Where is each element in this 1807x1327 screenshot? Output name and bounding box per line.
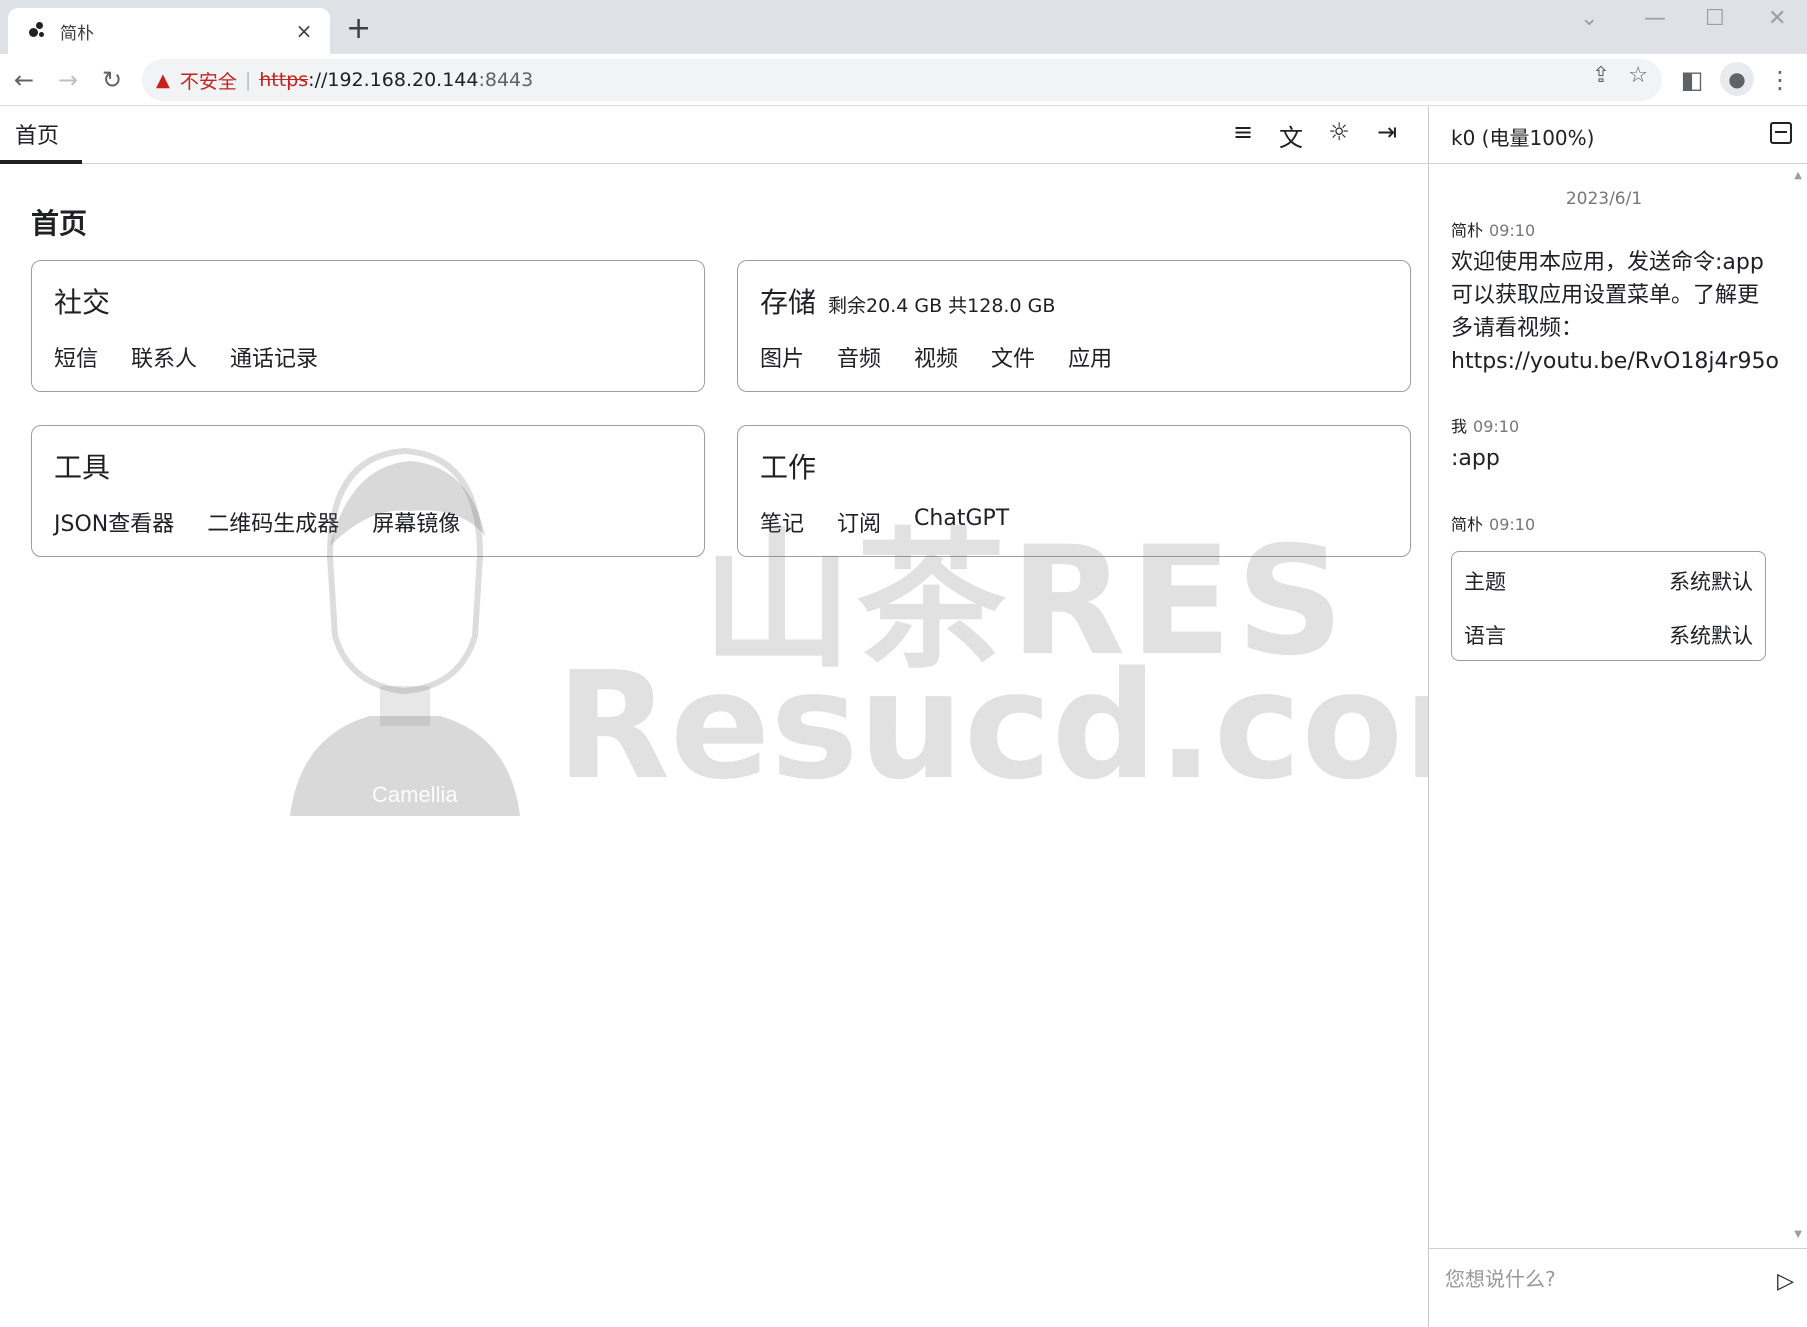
scroll-down-icon[interactable]: ▼ xyxy=(1794,1229,1802,1240)
side-panel-icon[interactable]: ◧ xyxy=(1676,64,1708,96)
minimize-icon[interactable]: — xyxy=(1644,6,1666,31)
new-tab-button[interactable]: + xyxy=(346,14,371,44)
message-time: 09:10 xyxy=(1489,221,1536,240)
forward-icon[interactable]: → xyxy=(52,64,84,96)
chat-input-area: ▷ xyxy=(1429,1248,1807,1327)
message-meta: 简朴 09:10 xyxy=(1451,217,1535,241)
collapse-panel-icon[interactable] xyxy=(1770,122,1792,144)
scroll-up-icon[interactable]: ▲ xyxy=(1794,170,1802,181)
link-call-log[interactable]: 通话记录 xyxy=(230,341,318,373)
chat-messages[interactable]: ▲ 2023/6/1 简朴 09:10 欢迎使用本应用，发送命令:app可以获取应… xyxy=(1429,164,1807,1248)
security-label: 不安全 xyxy=(179,70,237,93)
url-host: ://192.168.20.144 xyxy=(308,69,479,91)
chat-panel: k0 (电量100%) ▲ 2023/6/1 简朴 09:10 欢迎使用本应用，发… xyxy=(1428,106,1807,1327)
bookmark-star-icon[interactable]: ☆ xyxy=(1628,63,1648,88)
card-title-text: 存储 xyxy=(760,286,817,319)
share-icon[interactable]: ⇪ xyxy=(1592,63,1610,88)
message-text: 欢迎使用本应用，发送命令:app可以获取应用设置菜单。了解更多请看视频：http… xyxy=(1451,250,1779,374)
tab-home[interactable]: 首页 xyxy=(0,106,82,164)
message-time: 09:10 xyxy=(1473,417,1520,436)
card-title: 工具 xyxy=(54,451,111,484)
message-meta: 我 09:10 xyxy=(1451,413,1519,437)
card-storage: 存储 剩余20.4 GB 共128.0 GB 图片 音频 视频 文件 应用 xyxy=(737,260,1411,392)
menu-kebab-icon[interactable]: ⋮ xyxy=(1764,64,1796,96)
watermark-mascot-label: Camellia xyxy=(372,782,458,807)
message-text: :app xyxy=(1451,446,1500,471)
close-window-icon[interactable]: ✕ xyxy=(1768,6,1786,31)
setting-value: 系统默认 xyxy=(1669,570,1753,594)
setting-label: 主题 xyxy=(1464,570,1506,594)
url-port: :8443 xyxy=(478,69,534,91)
link-images[interactable]: 图片 xyxy=(760,341,804,373)
chat-header: k0 (电量100%) xyxy=(1429,106,1807,164)
setting-language[interactable]: 语言 系统默认 xyxy=(1464,620,1753,650)
sort-icon[interactable]: ≡ xyxy=(1230,118,1256,153)
app-header: 首页 ≡ 文 ☼ ⇥ xyxy=(0,106,1428,164)
tab-title: 简朴 xyxy=(60,23,94,44)
message-sender: 我 xyxy=(1451,417,1468,436)
link-video[interactable]: 视频 xyxy=(914,341,958,373)
send-icon[interactable]: ▷ xyxy=(1777,1269,1794,1294)
setting-theme[interactable]: 主题 系统默认 xyxy=(1464,566,1753,596)
setting-value: 系统默认 xyxy=(1669,624,1753,648)
theme-icon[interactable]: ☼ xyxy=(1326,118,1352,153)
chat-input[interactable] xyxy=(1445,1259,1745,1299)
link-qrcode-generator[interactable]: 二维码生成器 xyxy=(207,506,339,538)
link-json-viewer[interactable]: JSON查看器 xyxy=(54,506,174,538)
main-area: 首页 ≡ 文 ☼ ⇥ 首页 社交 短信 联系人 通话记录 存储 剩余20.4 GB… xyxy=(0,106,1557,1327)
browser-tab[interactable]: 简朴 × xyxy=(8,8,330,54)
card-tools: 工具 JSON查看器 二维码生成器 屏幕镜像 xyxy=(31,425,705,557)
chat-title: k0 (电量100%) xyxy=(1451,126,1595,150)
link-contacts[interactable]: 联系人 xyxy=(131,341,197,373)
card-title: 存储 剩余20.4 GB 共128.0 GB xyxy=(760,281,1055,321)
link-files[interactable]: 文件 xyxy=(991,341,1035,373)
card-title: 社交 xyxy=(54,286,111,319)
back-icon[interactable]: ← xyxy=(8,64,40,96)
tab-close-icon[interactable]: × xyxy=(292,19,316,43)
reload-icon[interactable]: ↻ xyxy=(96,64,128,96)
page-title: 首页 xyxy=(31,207,88,240)
browser-tabstrip: 简朴 × + ⌄ — ☐ ✕ xyxy=(0,0,1807,54)
watermark-text-2: Resucd.com xyxy=(556,640,1558,812)
maximize-icon[interactable]: ☐ xyxy=(1705,6,1725,31)
warning-icon: ▲ xyxy=(156,69,170,91)
message-sender: 简朴 xyxy=(1451,515,1484,534)
tab-search-icon[interactable]: ⌄ xyxy=(1580,6,1598,31)
app-favicon-icon xyxy=(26,20,48,42)
message-date: 2023/6/1 xyxy=(1565,189,1643,209)
settings-card: 主题 系统默认 语言 系统默认 xyxy=(1451,551,1766,661)
logout-icon[interactable]: ⇥ xyxy=(1374,118,1400,153)
setting-label: 语言 xyxy=(1464,624,1506,648)
link-sms[interactable]: 短信 xyxy=(54,341,98,373)
link-apps[interactable]: 应用 xyxy=(1068,341,1112,373)
translate-icon[interactable]: 文 xyxy=(1278,118,1304,153)
browser-toolbar: ← → ↻ ▲ 不安全 | https ://192.168.20.144 :8… xyxy=(0,54,1807,106)
link-audio[interactable]: 音频 xyxy=(837,341,881,373)
message-sender: 简朴 xyxy=(1451,221,1484,240)
link-screen-mirror[interactable]: 屏幕镜像 xyxy=(372,506,460,538)
message-time: 09:10 xyxy=(1489,515,1536,534)
storage-info: 剩余20.4 GB 共128.0 GB xyxy=(828,295,1056,317)
profile-avatar-icon[interactable]: ● xyxy=(1720,62,1754,96)
url-separator: | xyxy=(244,69,252,91)
message-meta: 简朴 09:10 xyxy=(1451,511,1535,535)
card-social: 社交 短信 联系人 通话记录 xyxy=(31,260,705,392)
address-bar[interactable]: ▲ 不安全 | https ://192.168.20.144 :8443 ⇪ … xyxy=(142,59,1662,101)
url-protocol: https xyxy=(259,69,309,91)
